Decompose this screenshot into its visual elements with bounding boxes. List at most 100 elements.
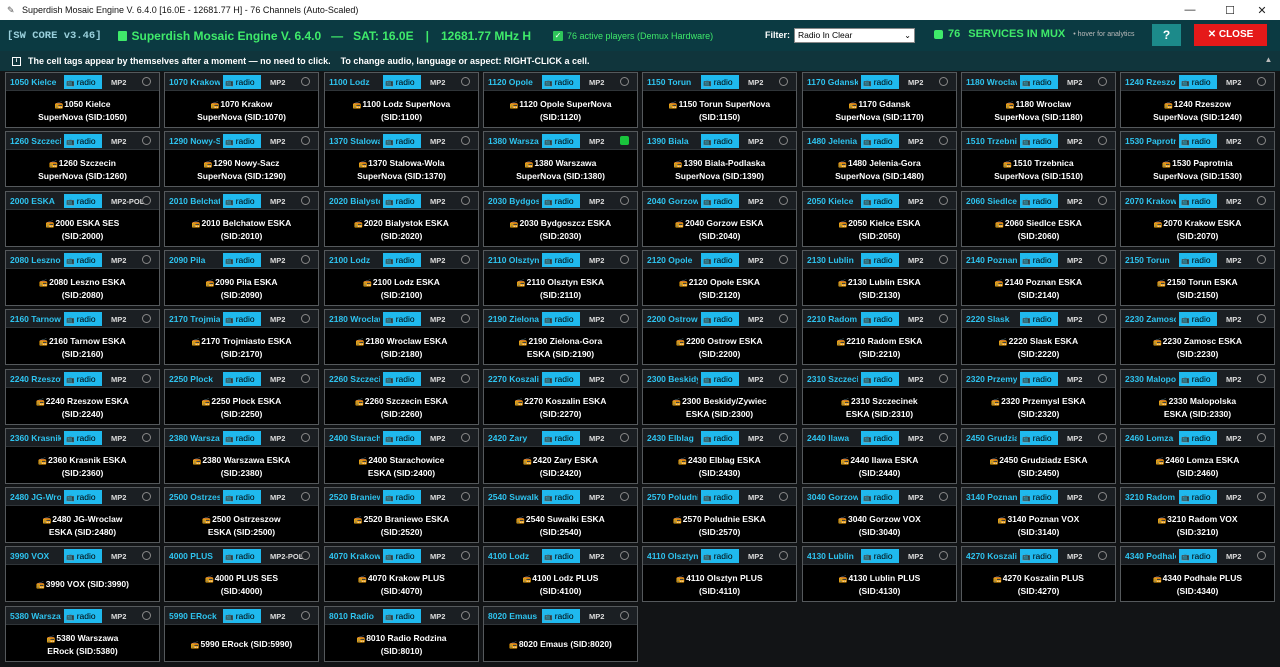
mute-icon[interactable] — [1098, 433, 1107, 442]
mute-icon[interactable] — [1098, 136, 1107, 145]
channel-cell[interactable]: 2310 Szczecinek📺radioMP2📻2310 Szczecinek… — [802, 369, 957, 425]
mute-icon[interactable] — [301, 492, 310, 501]
mute-icon[interactable] — [939, 551, 948, 560]
mute-icon[interactable] — [620, 196, 629, 205]
channel-cell[interactable]: 2200 Ostrow 📺 radio MP2 📻2200 Ostrow ESKA (SI… — [642, 309, 797, 365]
channel-cell[interactable]: 2450 Grudziadz📺radioMP2📻2450 Grudziadz E… — [961, 428, 1116, 484]
mute-icon[interactable] — [142, 314, 151, 323]
channel-cell[interactable]: 2270 Koszalin 📺 radio MP2 📻2270 Koszalin ESK… — [483, 369, 638, 425]
mute-icon[interactable] — [1257, 314, 1266, 323]
mute-icon[interactable] — [301, 255, 310, 264]
mute-icon[interactable] — [779, 136, 788, 145]
channel-cell[interactable]: 2020 Bialystok📺radioMP2📻2020 Bialystok E… — [324, 191, 479, 247]
channel-cell[interactable]: 3140 Poznan 📺 radio MP2 📻3140 Poznan VOX (SID… — [961, 487, 1116, 543]
mute-icon[interactable] — [779, 492, 788, 501]
mute-icon[interactable] — [1098, 374, 1107, 383]
channel-cell[interactable]: 2030 Bydgoszcz📺radioMP2📻2030 Bydgoszcz E… — [483, 191, 638, 247]
mute-icon[interactable] — [1257, 136, 1266, 145]
channel-cell[interactable]: 1380 Warszawa📺radioMP2📻1380 WarszawaSupe… — [483, 131, 638, 187]
channel-cell[interactable]: 4270 Koszalin 📺 radio MP2 📻4270 Koszalin PLU… — [961, 546, 1116, 602]
mute-icon[interactable] — [620, 433, 629, 442]
channel-cell[interactable]: 2380 Warszawa📺radioMP2📻2380 Warszawa ESK… — [164, 428, 319, 484]
mute-icon[interactable] — [142, 433, 151, 442]
mute-icon[interactable] — [620, 492, 629, 501]
channel-cell[interactable]: 8020 Emaus 📺 radio MP2 📻8020 Emaus (SID:8020… — [483, 606, 638, 662]
mute-icon[interactable] — [1257, 433, 1266, 442]
channel-cell[interactable]: 2180 Wroclaw 📺 radio MP2 📻2180 Wroclaw ESKA(… — [324, 309, 479, 365]
mute-icon[interactable] — [620, 611, 629, 620]
mute-icon[interactable] — [1098, 314, 1107, 323]
channel-cell[interactable]: 2080 Leszno 📺 radio MP2 📻2080 Leszno ESKA (SI… — [5, 250, 160, 306]
channel-cell[interactable]: 1150 Torun 📺 radio MP2 📻1150 Torun SuperNova… — [642, 72, 797, 128]
channel-cell[interactable]: 5990 ERock 📺 radio MP2 📻5990 ERock (SID:5990… — [164, 606, 319, 662]
channel-cell[interactable]: 2190 Zielona 📺 radio MP2 📻2190 Zielona-Gora E… — [483, 309, 638, 365]
mute-icon[interactable] — [779, 433, 788, 442]
channel-cell[interactable]: 2240 Rzeszow📺radioMP2📻2240 Rzeszow ESKA(… — [5, 369, 160, 425]
mute-icon[interactable] — [620, 77, 629, 86]
mute-icon[interactable] — [142, 492, 151, 501]
channel-cell[interactable]: 2100 Lodz 📺 radio MP2 📻2100 Lodz ESKA (SID:21… — [324, 250, 479, 306]
channel-cell[interactable]: 2120 Opole 📺 radio MP2 📻2120 Opole ESKA (SID:… — [642, 250, 797, 306]
channel-cell[interactable]: 2500 Ostrzeszow📺radioMP2📻2500 Ostrzeszow… — [164, 487, 319, 543]
channel-cell[interactable]: 4000 PLUS 📺 radio MP2-POL 📻4000 PLUS SES (SID… — [164, 546, 319, 602]
channel-cell[interactable]: 1260 Szczecin📺radioMP2📻1260 SzczecinSupe… — [5, 131, 160, 187]
channel-cell[interactable]: 2250 Plock 📺 radio MP2 📻2250 Plock ESKA (SID:… — [164, 369, 319, 425]
channel-cell[interactable]: 2440 Ilawa 📺 radio MP2 📻2440 Ilawa ESKA (SID:… — [802, 428, 957, 484]
mute-icon[interactable] — [301, 314, 310, 323]
channel-cell[interactable]: 1240 Rzeszow📺radioMP2📻1240 RzeszowSuperN… — [1120, 72, 1275, 128]
mute-icon[interactable] — [620, 551, 629, 560]
channel-cell[interactable]: 2110 Olsztyn 📺 radio MP2 📻2110 Olsztyn ESKA(… — [483, 250, 638, 306]
channel-cell[interactable]: 4130 Lublin 📺 radio MP2 📻4130 Lublin PLUS (SI… — [802, 546, 957, 602]
mute-icon[interactable] — [939, 314, 948, 323]
mute-icon[interactable] — [301, 136, 310, 145]
channel-cell[interactable]: 2460 Lomza 📺 radio MP2 📻2460 Lomza ESKA (SID:… — [1120, 428, 1275, 484]
channel-cell[interactable]: 2210 Radom 📺 radio MP2 📻2210 Radom ESKA (SID:… — [802, 309, 957, 365]
mute-icon[interactable] — [142, 551, 151, 560]
channel-cell[interactable]: 2320 Przemysl📺radioMP2📻2320 Przemysl ESK… — [961, 369, 1116, 425]
mute-icon[interactable] — [1257, 492, 1266, 501]
channel-cell[interactable]: 2480 JG-Wroclaw📺radioMP2📻2480 JG-Wroclaw… — [5, 487, 160, 543]
mute-icon[interactable] — [1257, 196, 1266, 205]
mute-icon[interactable] — [779, 77, 788, 86]
channel-cell[interactable]: 2010 Belchatow📺radioMP2📻2010 Belchatow E… — [164, 191, 319, 247]
channel-cell[interactable]: 5380 Warszawa📺radioMP2📻5380 WarszawaERoc… — [5, 606, 160, 662]
channel-cell[interactable]: 4110 Olsztyn 📺 radio MP2 📻4110 Olsztyn PLUS(… — [642, 546, 797, 602]
channel-cell[interactable]: 2090 Pila 📺 radio MP2 📻2090 Pila ESKA (SID:20… — [164, 250, 319, 306]
mute-icon[interactable] — [142, 611, 151, 620]
mute-icon[interactable] — [620, 314, 629, 323]
mute-icon[interactable] — [939, 77, 948, 86]
mute-icon[interactable] — [620, 255, 629, 264]
channel-cell[interactable]: 4340 Podhale 📺 radio MP2 📻4340 Podhale PLUS(… — [1120, 546, 1275, 602]
mute-icon[interactable] — [142, 255, 151, 264]
mute-icon[interactable] — [461, 136, 470, 145]
mute-icon[interactable] — [461, 433, 470, 442]
channel-cell[interactable]: 2400 Starachowice📺radioMP2📻2400 Staracho… — [324, 428, 479, 484]
channel-cell[interactable]: 2300 Beskidy 📺 radio MP2 📻2300 Beskidy/Zywie… — [642, 369, 797, 425]
channel-cell[interactable]: 2050 Kielce 📺 radio MP2 📻2050 Kielce ESKA (SI… — [802, 191, 957, 247]
channel-cell[interactable]: 3210 Radom 📺 radio MP2 📻3210 Radom VOX (SID:3… — [1120, 487, 1275, 543]
mute-icon[interactable] — [939, 492, 948, 501]
mute-icon[interactable] — [1098, 551, 1107, 560]
channel-cell[interactable]: 1390 Biala 📺 radio MP2 📻1390 Biala-Podlaska S… — [642, 131, 797, 187]
channel-cell[interactable]: 1290 Nowy-Sacz📺radioMP2📻1290 Nowy-SaczSu… — [164, 131, 319, 187]
mute-icon[interactable] — [1257, 77, 1266, 86]
channel-cell[interactable]: 3990 VOX 📺 radio MP2 📻3990 VOX (SID:3990) — [5, 546, 160, 602]
mute-icon[interactable] — [142, 196, 151, 205]
mute-icon[interactable] — [1098, 77, 1107, 86]
channel-cell[interactable]: 2420 Zary 📺 radio MP2 📻2420 Zary ESKA (SID:24… — [483, 428, 638, 484]
mute-icon[interactable] — [939, 433, 948, 442]
mute-icon[interactable] — [461, 611, 470, 620]
channel-cell[interactable]: 1120 Opole 📺 radio MP2 📻1120 Opole SuperNova… — [483, 72, 638, 128]
mute-icon[interactable] — [301, 196, 310, 205]
mute-icon[interactable] — [461, 196, 470, 205]
channel-cell[interactable]: 2220 Slask 📺 radio MP2 📻2220 Slask ESKA (SID:… — [961, 309, 1116, 365]
mute-icon[interactable] — [939, 196, 948, 205]
mute-icon[interactable] — [1098, 255, 1107, 264]
channel-cell[interactable]: 2060 Siedlce 📺 radio MP2 📻2060 Siedlce ESKA(… — [961, 191, 1116, 247]
channel-cell[interactable]: 3040 Gorzow 📺 radio MP2 📻3040 Gorzow VOX (SID… — [802, 487, 957, 543]
channel-cell[interactable]: 1180 Wroclaw 📺 radio MP2 📻1180 Wroclaw SuperN… — [961, 72, 1116, 128]
mute-icon[interactable] — [939, 255, 948, 264]
mute-icon[interactable] — [461, 551, 470, 560]
mute-icon[interactable] — [301, 77, 310, 86]
mute-icon[interactable] — [461, 492, 470, 501]
